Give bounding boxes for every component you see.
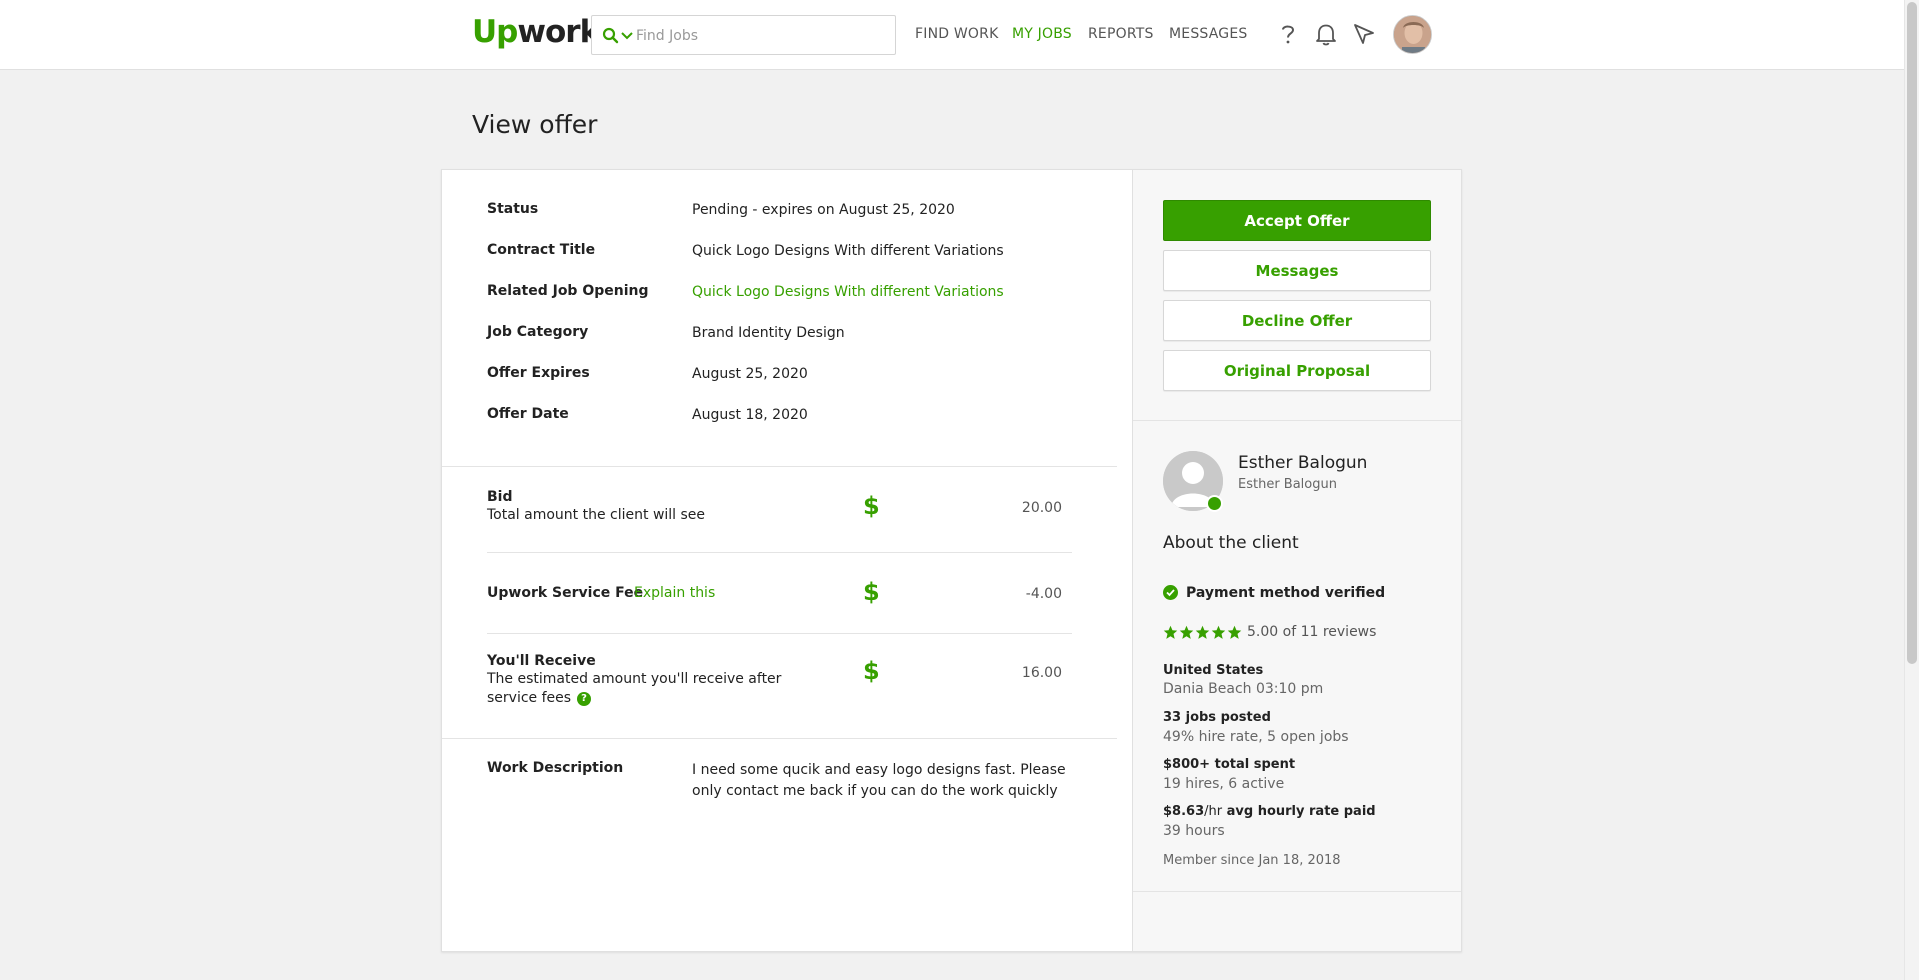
spent-detail: 19 hires, 6 active [1163, 776, 1285, 792]
job-category-label: Job Category [487, 324, 589, 340]
avg-hourly-rate: $8.63/hr avg hourly rate paid [1163, 804, 1376, 819]
job-category-value: Brand Identity Design [692, 325, 845, 341]
bid-amount: 20.00 [1021, 500, 1062, 516]
related-job-label: Related Job Opening [487, 283, 649, 299]
offer-date-label: Offer Date [487, 406, 569, 422]
status-label: Status [487, 201, 539, 217]
status-value: Pending - expires on August 25, 2020 [692, 202, 955, 218]
work-description-label: Work Description [487, 760, 624, 776]
upwork-logo[interactable]: Upwork [472, 14, 600, 50]
bell-icon[interactable] [1313, 21, 1339, 47]
nav-messages[interactable]: MESSAGES [1169, 26, 1247, 42]
online-status-badge [1206, 495, 1223, 512]
jobs-detail: 49% hire rate, 5 open jobs [1163, 729, 1349, 745]
star-icon [1195, 625, 1210, 639]
receive-amount: 16.00 [1021, 665, 1062, 681]
related-job-link[interactable]: Quick Logo Designs With different Variat… [692, 284, 1004, 300]
jobs-posted: 33 jobs posted [1163, 710, 1271, 725]
about-client-heading: About the client [1163, 533, 1299, 553]
chevron-down-icon[interactable] [620, 27, 634, 43]
total-spent: $800+ total spent [1163, 757, 1296, 772]
receive-currency-icon: $ [863, 657, 880, 685]
help-icon[interactable] [1275, 21, 1301, 47]
divider [487, 633, 1072, 634]
star-icon [1163, 625, 1178, 639]
fee-amount: -4.00 [1025, 586, 1062, 602]
divider [442, 738, 1117, 739]
bid-label: Bid [487, 489, 513, 505]
star-icon [1211, 625, 1226, 639]
offer-expires-value: August 25, 2020 [692, 366, 808, 382]
divider [487, 552, 1072, 553]
top-navigation-bar: Upwork FIND WORK MY JOBS REPORTS MESSAGE… [0, 0, 1904, 70]
page-scrollbar[interactable] [1904, 0, 1919, 980]
contract-title-value: Quick Logo Designs With different Variat… [692, 243, 1004, 259]
receive-label: You'll Receive [487, 653, 596, 669]
offer-expires-label: Offer Expires [487, 365, 590, 381]
page-title: View offer [472, 110, 598, 139]
work-description-text: I need some qucik and easy logo designs … [692, 762, 1066, 799]
rate-label: avg hourly rate paid [1226, 804, 1376, 819]
check-circle-icon [1163, 585, 1178, 600]
nav-my-jobs[interactable]: MY JOBS [1012, 26, 1072, 42]
divider [1133, 420, 1461, 421]
client-country: United States [1163, 663, 1264, 678]
rating-text: 5.00 of 11 reviews [1247, 624, 1377, 640]
rate-value: $8.63 [1163, 804, 1205, 819]
member-since: Member since Jan 18, 2018 [1163, 853, 1341, 868]
divider [1133, 891, 1461, 892]
decline-offer-button[interactable]: Decline Offer [1163, 300, 1431, 341]
search-box[interactable] [591, 15, 896, 55]
client-name[interactable]: Esther Balogun [1238, 453, 1367, 473]
original-proposal-button[interactable]: Original Proposal [1163, 350, 1431, 391]
offer-date-value: August 18, 2020 [692, 407, 808, 423]
payment-verified-text: Payment method verified [1186, 585, 1386, 601]
client-location-time: Dania Beach 03:10 pm [1163, 681, 1324, 697]
search-icon[interactable] [601, 26, 621, 46]
messages-button[interactable]: Messages [1163, 250, 1431, 291]
avatar[interactable] [1393, 15, 1432, 54]
divider [442, 466, 1117, 467]
receive-description-text: service fees [487, 690, 572, 706]
contract-title-label: Contract Title [487, 242, 596, 258]
star-icon [1227, 625, 1242, 639]
logo-work-text: work [517, 14, 600, 50]
receive-description-line2: service fees? [487, 690, 592, 706]
client-company: Esther Balogun [1238, 477, 1337, 492]
help-icon[interactable]: ? [577, 692, 592, 706]
user-photo-icon [1394, 16, 1431, 53]
hours-worked: 39 hours [1163, 823, 1225, 839]
rating-stars [1163, 625, 1242, 641]
service-fee-label: Upwork Service Fee [487, 585, 644, 601]
nav-reports[interactable]: REPORTS [1088, 26, 1154, 42]
search-input[interactable] [636, 25, 886, 47]
explain-this-link[interactable]: Explain this [634, 585, 715, 601]
scrollbar-thumb[interactable] [1907, 2, 1917, 664]
star-icon [1179, 625, 1194, 639]
accept-offer-button[interactable]: Accept Offer [1163, 200, 1431, 241]
rate-unit: /hr [1204, 804, 1223, 819]
send-icon[interactable] [1351, 21, 1377, 47]
receive-description-line1: The estimated amount you'll receive afte… [487, 671, 782, 687]
nav-find-work[interactable]: FIND WORK [915, 26, 998, 42]
logo-up-text: Up [472, 14, 518, 50]
bid-currency-icon: $ [863, 492, 880, 520]
bid-description: Total amount the client will see [487, 507, 706, 523]
fee-currency-icon: $ [863, 578, 880, 606]
